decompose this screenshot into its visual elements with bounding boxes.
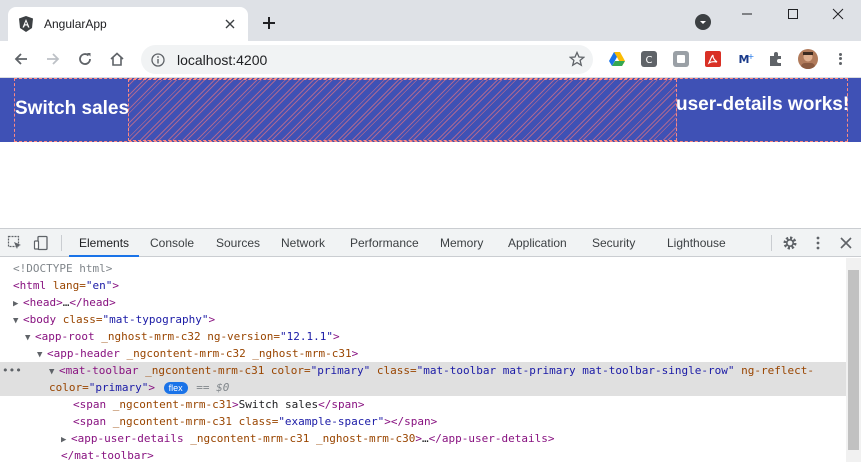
tab-strip: AngularApp	[0, 0, 861, 41]
url-text[interactable]: localhost:4200	[177, 52, 267, 68]
arrow-left-icon	[14, 53, 27, 65]
devtools-panel: Elements Console Sources Network Perform…	[0, 228, 861, 462]
minimize-button[interactable]	[724, 4, 770, 24]
mat-toolbar: Switch sales user-details works!	[0, 78, 861, 142]
tab-lighthouse[interactable]: Lighthouse	[667, 229, 726, 257]
dom-line-doctype[interactable]: <!DOCTYPE html>	[0, 260, 846, 277]
angular-icon	[19, 16, 33, 32]
dom-scrollbar[interactable]	[846, 258, 861, 462]
forward-button[interactable]	[40, 46, 66, 72]
tab-network[interactable]: Network	[281, 229, 325, 257]
tab-separator	[771, 235, 772, 251]
settings-gear-icon[interactable]	[782, 235, 798, 251]
extension-c-icon[interactable]: C	[640, 50, 658, 68]
tab-sources[interactable]: Sources	[216, 229, 260, 257]
inspect-element-icon[interactable]	[7, 235, 23, 251]
devtools-tabbar: Elements Console Sources Network Perform…	[0, 229, 861, 257]
tab-security[interactable]: Security	[592, 229, 635, 257]
flex-badge[interactable]: flex	[163, 382, 188, 394]
page-viewport: Switch sales user-details works!	[0, 78, 861, 228]
new-tab-button[interactable]	[258, 12, 280, 34]
dom-tree: <!DOCTYPE html> <html lang="en"> ▶ <head>…	[0, 258, 846, 462]
dom-line-mat-toolbar-cont[interactable]: color="primary"> flex == $0	[0, 379, 846, 396]
tab-application[interactable]: Application	[508, 229, 567, 257]
devtools-close-icon[interactable]	[838, 235, 854, 251]
tab-memory[interactable]: Memory	[440, 229, 483, 257]
close-window-button[interactable]	[815, 4, 861, 24]
dom-line-head[interactable]: ▶ <head>…</head>	[0, 294, 846, 311]
dom-line-html[interactable]: <html lang="en">	[0, 277, 846, 294]
back-button[interactable]	[8, 46, 34, 72]
browser-toolbar: localhost:4200 C M +	[0, 41, 861, 78]
extensions-puzzle-icon[interactable]	[767, 50, 785, 68]
extension-box-icon[interactable]	[672, 50, 690, 68]
dom-line-span-spacer[interactable]: <span _ngcontent-mrm-c31 class="example-…	[0, 413, 846, 430]
device-toolbar-icon[interactable]	[33, 235, 49, 251]
dom-line-mat-toolbar-selected[interactable]: ••• ▼ <mat-toolbar _ngcontent-mrm-c31 col…	[0, 362, 846, 379]
tab-elements[interactable]: Elements	[68, 229, 140, 257]
dom-line-mat-toolbar-end[interactable]: </mat-toolbar>	[0, 447, 846, 462]
dom-line-app-header[interactable]: ▼ <app-header _ngcontent-mrm-c32 _nghost-…	[0, 345, 846, 362]
tab-close-icon[interactable]	[222, 16, 238, 32]
plus-icon	[263, 17, 275, 29]
tab-separator	[61, 235, 62, 251]
google-drive-icon[interactable]	[608, 50, 626, 68]
user-details-text: user-details works!	[676, 94, 850, 115]
switch-sales-text: Switch sales	[15, 98, 130, 119]
extension-m-icon[interactable]: M+	[736, 50, 754, 68]
tab-search-icon[interactable]	[695, 14, 711, 30]
dom-line-body[interactable]: ▼ <body class="mat-typography">	[0, 311, 846, 328]
browser-menu-button[interactable]	[832, 49, 848, 69]
tab-performance[interactable]: Performance	[350, 229, 419, 257]
svg-text:+: +	[748, 52, 754, 61]
reload-icon	[79, 53, 91, 65]
example-spacer	[128, 79, 677, 141]
home-button[interactable]	[104, 46, 130, 72]
svg-text:C: C	[646, 55, 653, 66]
home-icon	[110, 52, 124, 66]
profile-avatar[interactable]	[798, 49, 818, 69]
acrobat-icon[interactable]	[704, 50, 722, 68]
dom-line-span-switch[interactable]: <span _ngcontent-mrm-c31>Switch sales</s…	[0, 396, 846, 413]
more-dots-icon[interactable]: •••	[2, 362, 22, 379]
dom-line-app-root[interactable]: ▼ <app-root _nghost-mrm-c32 ng-version="1…	[0, 328, 846, 345]
address-bar[interactable]: localhost:4200	[141, 45, 593, 74]
selected-ref: == $0	[196, 381, 230, 394]
maximize-button[interactable]	[770, 4, 816, 24]
info-icon	[151, 52, 165, 67]
bookmark-star-icon[interactable]	[569, 51, 585, 67]
tab-console[interactable]: Console	[150, 229, 194, 257]
reload-button[interactable]	[72, 46, 98, 72]
browser-tab[interactable]: AngularApp	[8, 7, 248, 41]
tab-title: AngularApp	[44, 17, 107, 31]
dom-line-app-user-details[interactable]: ▶ <app-user-details _ngcontent-mrm-c31 _n…	[0, 430, 846, 447]
scrollbar-thumb[interactable]	[848, 270, 859, 450]
arrow-right-icon	[47, 53, 60, 65]
devtools-more-icon[interactable]	[810, 235, 826, 251]
